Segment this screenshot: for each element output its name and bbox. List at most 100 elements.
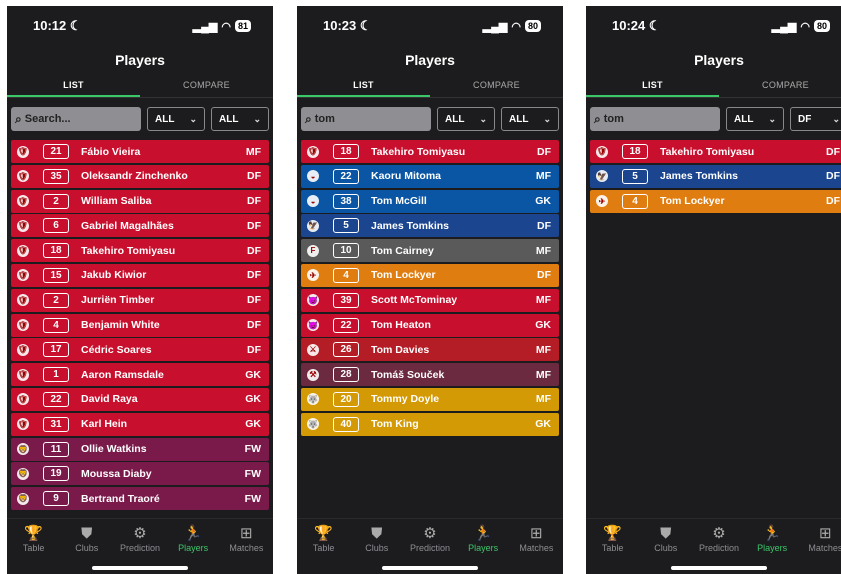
club-crest-icon: 🦅 <box>307 219 319 232</box>
club-crest-icon: 🛡 <box>17 368 29 381</box>
nav-prediction[interactable]: ⚙ Prediction <box>116 525 164 553</box>
player-row[interactable]: ✈ 4 Tom Lockyer DF <box>301 263 559 287</box>
player-row[interactable]: 🦅 5 James Tomkins DF <box>590 164 841 188</box>
position-filter-dropdown[interactable]: ALL ⌄ <box>501 107 559 131</box>
player-row[interactable]: 🦁 11 Ollie Watkins FW <box>11 437 269 461</box>
club-crest-icon: 🛡 <box>17 269 29 282</box>
tab-list[interactable]: LIST <box>297 74 430 97</box>
player-row[interactable]: ◒ 38 Tom McGill GK <box>301 189 559 213</box>
player-row[interactable]: 🛡 6 Gabriel Magalhães DF <box>11 214 269 238</box>
player-name: Fábio Vieira <box>81 145 141 158</box>
nav-label: Players <box>757 543 788 553</box>
player-row[interactable]: 🛡 4 Benjamin White DF <box>11 313 269 337</box>
player-list[interactable]: 🛡 21 Fábio Vieira MF 🛡 35 Oleksandr Zinc… <box>7 138 273 524</box>
nav-prediction[interactable]: ⚙ Prediction <box>406 525 454 553</box>
player-row[interactable]: 🛡 15 Jakub Kiwior DF <box>11 263 269 287</box>
nav-table[interactable]: 🏆 Table <box>300 525 348 553</box>
shirt-number: 10 <box>333 243 359 259</box>
nav-matches[interactable]: ⊞ Matches <box>801 525 841 553</box>
player-row[interactable]: 🛡 22 David Raya GK <box>11 387 269 411</box>
view-tabs: LIST COMPARE <box>297 74 563 98</box>
shirt-number: 40 <box>333 416 359 432</box>
player-name: Moussa Diaby <box>81 467 152 480</box>
player-row[interactable]: ◒ 22 Kaoru Mitoma MF <box>301 164 559 188</box>
player-row[interactable]: 😈 22 Tom Heaton GK <box>301 313 559 337</box>
player-row[interactable]: F 10 Tom Cairney MF <box>301 239 559 263</box>
player-row[interactable]: 🦁 19 Moussa Diaby FW <box>11 462 269 486</box>
search-text: tom <box>603 113 624 125</box>
search-input[interactable]: ⌕ tom <box>590 107 720 131</box>
club-filter-dropdown[interactable]: ALL ⌄ <box>726 107 784 131</box>
nav-label: Prediction <box>409 543 450 553</box>
shirt-number: 4 <box>43 317 69 333</box>
player-row[interactable]: 🐺 20 Tommy Doyle MF <box>301 387 559 411</box>
club-crest-icon: ⚒ <box>307 368 319 381</box>
nav-players[interactable]: 🏃 Players <box>169 525 217 553</box>
club-filter-dropdown[interactable]: ALL ⌄ <box>147 107 205 131</box>
player-row[interactable]: 🛡 21 Fábio Vieira MF <box>11 140 269 163</box>
search-input[interactable]: ⌕ Search... <box>11 107 141 131</box>
player-row[interactable]: 🦅 5 James Tomkins DF <box>301 214 559 238</box>
player-list[interactable]: 🛡 18 Takehiro Tomiyasu DF ◒ 22 Kaoru Mit… <box>297 138 563 524</box>
page-title: Players <box>405 52 455 68</box>
player-row[interactable]: 🦁 9 Bertrand Traoré FW <box>11 487 269 511</box>
nav-matches[interactable]: ⊞ Matches <box>222 525 270 553</box>
club-crest-icon: 🦁 <box>17 443 29 456</box>
tab-compare[interactable]: COMPARE <box>140 74 273 97</box>
player-row[interactable]: 🛡 18 Takehiro Tomiyasu DF <box>590 140 841 163</box>
tab-compare[interactable]: COMPARE <box>430 74 563 97</box>
search-input[interactable]: ⌕ tom <box>301 107 431 131</box>
player-row[interactable]: 😈 39 Scott McTominay MF <box>301 288 559 312</box>
nav-players[interactable]: 🏃 Players <box>748 525 796 553</box>
nav-prediction[interactable]: ⚙ Prediction <box>695 525 743 553</box>
player-row[interactable]: 🛡 35 Oleksandr Zinchenko DF <box>11 164 269 188</box>
club-crest-icon: 🛡 <box>17 195 29 208</box>
status-time: 10:24 ☾ <box>612 18 661 33</box>
club-crest-icon: 🐺 <box>307 418 319 431</box>
player-position: GK <box>535 195 551 208</box>
player-position: MF <box>535 170 551 183</box>
nav-table[interactable]: 🏆 Table <box>10 525 58 553</box>
tab-list[interactable]: LIST <box>7 74 140 97</box>
club-filter-value: ALL <box>445 113 465 125</box>
nav-players[interactable]: 🏃 Players <box>459 525 507 553</box>
nav-clubs[interactable]: ⛊ Clubs <box>642 525 690 553</box>
position-filter-dropdown[interactable]: ALL ⌄ <box>211 107 269 131</box>
battery-icon: 80 <box>813 20 830 32</box>
nav-matches[interactable]: ⊞ Matches <box>512 525 560 553</box>
tab-list[interactable]: LIST <box>586 74 719 97</box>
player-row[interactable]: 🛡 2 William Saliba DF <box>11 189 269 213</box>
nav-clubs[interactable]: ⛊ Clubs <box>353 525 401 553</box>
player-position: DF <box>826 170 840 183</box>
player-row[interactable]: 🛡 18 Takehiro Tomiyasu DF <box>301 140 559 163</box>
brain-icon: ⚙ <box>133 525 147 542</box>
player-row[interactable]: 🛡 31 Karl Hein GK <box>11 412 269 436</box>
player-row[interactable]: ✈ 4 Tom Lockyer DF <box>590 189 841 213</box>
player-name: Scott McTominay <box>371 294 458 307</box>
nav-table[interactable]: 🏆 Table <box>589 525 637 553</box>
player-row[interactable]: ⚒ 28 Tomáš Souček MF <box>301 363 559 387</box>
position-filter-dropdown[interactable]: DF ⌄ <box>790 107 841 131</box>
player-position: DF <box>537 219 551 232</box>
wifi-icon: ◠ <box>221 20 231 33</box>
player-row[interactable]: 🛡 2 Jurriën Timber DF <box>11 288 269 312</box>
club-filter-dropdown[interactable]: ALL ⌄ <box>437 107 495 131</box>
nav-clubs[interactable]: ⛊ Clubs <box>63 525 111 553</box>
player-position: GK <box>245 393 261 406</box>
player-name: Tom King <box>371 418 419 431</box>
club-crest-icon: 🦁 <box>17 492 29 505</box>
chevron-down-icon: ⌄ <box>479 113 487 124</box>
tab-compare[interactable]: COMPARE <box>719 74 841 97</box>
player-row[interactable]: 🛡 18 Takehiro Tomiyasu DF <box>11 239 269 263</box>
player-row[interactable]: 🐺 40 Tom King GK <box>301 412 559 436</box>
shirt-number: 18 <box>43 243 69 259</box>
player-row[interactable]: 🛡 17 Cédric Soares DF <box>11 338 269 362</box>
shirt-number: 21 <box>43 144 69 159</box>
player-name: Jurriën Timber <box>81 294 155 307</box>
player-row[interactable]: ⚔ 26 Tom Davies MF <box>301 338 559 362</box>
player-list[interactable]: 🛡 18 Takehiro Tomiyasu DF 🦅 5 James Tomk… <box>586 138 841 524</box>
player-position: DF <box>247 343 261 356</box>
player-row[interactable]: 🛡 1 Aaron Ramsdale GK <box>11 363 269 387</box>
nav-label: Clubs <box>75 543 99 553</box>
player-position: DF <box>247 269 261 282</box>
